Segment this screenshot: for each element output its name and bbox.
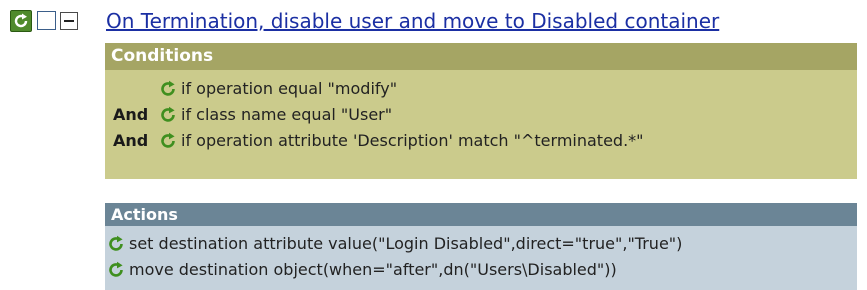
action-row[interactable]: set destination attribute value("Login D…: [107, 231, 682, 257]
rule-enabled-refresh-icon[interactable]: [10, 10, 32, 32]
condition-row[interactable]: if operation equal "modify": [159, 76, 397, 102]
condition-refresh-icon: [161, 132, 175, 148]
condition-text: if operation attribute 'Description' mat…: [181, 131, 644, 150]
action-row[interactable]: move destination object(when="after",dn(…: [107, 257, 617, 283]
condition-text: if operation equal "modify": [181, 79, 398, 98]
action-text: set destination attribute value("Login D…: [129, 234, 683, 253]
condition-row[interactable]: And if operation attribute 'Description'…: [113, 128, 644, 154]
condition-refresh-icon: [161, 80, 175, 96]
rule-header: On Termination, disable user and move to…: [0, 0, 867, 38]
collapse-minus-icon[interactable]: [60, 12, 78, 30]
condition-row[interactable]: And if class name equal "User": [113, 102, 392, 128]
actions-header: Actions: [105, 203, 857, 226]
rule-title-link[interactable]: On Termination, disable user and move to…: [106, 8, 719, 34]
condition-connector: And: [113, 131, 149, 150]
action-refresh-icon: [109, 235, 123, 251]
condition-connector: And: [113, 105, 149, 124]
policy-rule: On Termination, disable user and move to…: [0, 0, 867, 290]
condition-text: if class name equal "User": [181, 105, 393, 124]
action-text: move destination object(when="after",dn(…: [129, 260, 617, 279]
action-refresh-icon: [109, 261, 123, 277]
conditions-header: Conditions: [105, 43, 857, 70]
conditions-group: Conditions if operation equal "modify" A…: [105, 43, 857, 179]
rule-select-checkbox[interactable]: [37, 11, 56, 30]
condition-refresh-icon: [161, 106, 175, 122]
actions-group: Actions set destination attribute value(…: [105, 203, 857, 290]
